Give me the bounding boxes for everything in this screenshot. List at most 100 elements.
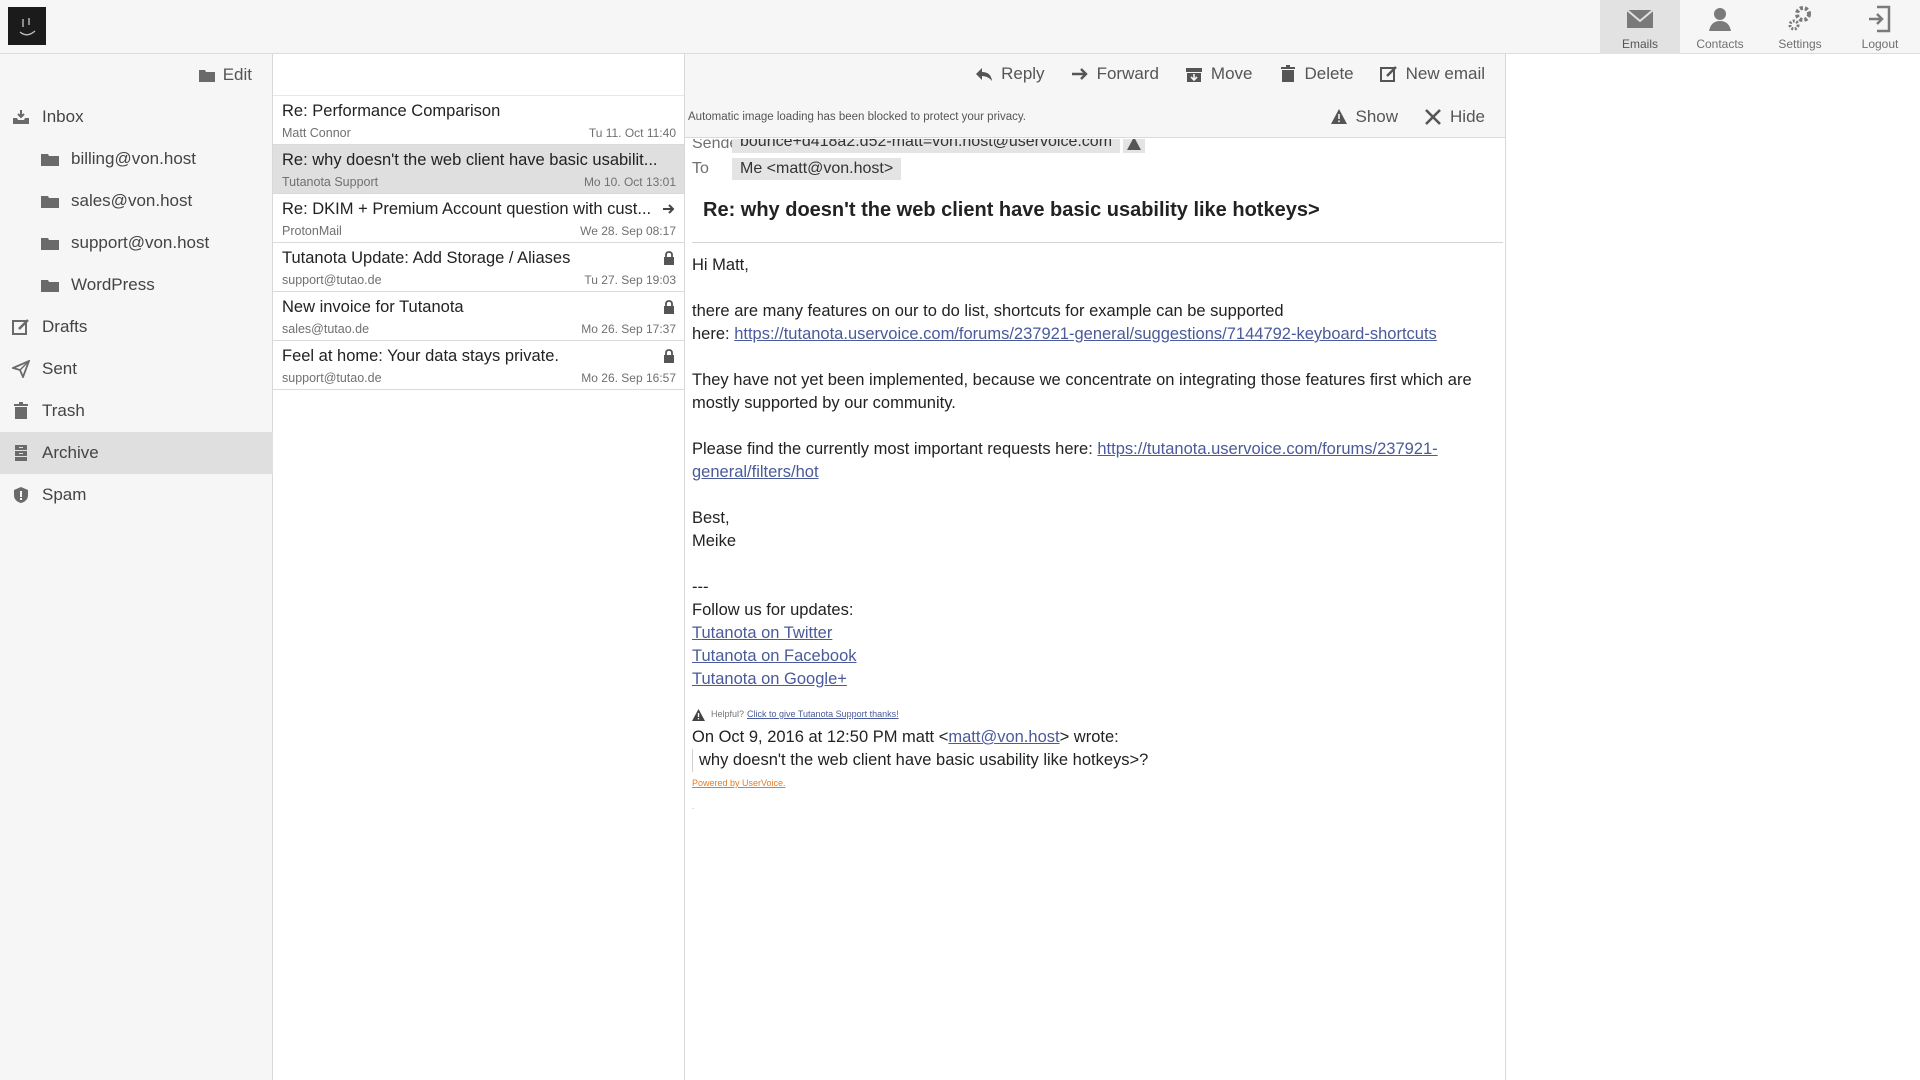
mail-list-header — [273, 54, 684, 96]
mail-subject: Re: DKIM + Premium Account question with… — [282, 200, 652, 218]
sidebar-item-trash[interactable]: Trash — [0, 390, 273, 432]
compose-icon — [1379, 66, 1397, 82]
to-row: To Me <matt@von.host> — [692, 158, 902, 180]
edit-label: Edit — [222, 65, 252, 84]
mail-sender: ProtonMail — [282, 224, 342, 238]
sidebar-item-label: Drafts — [42, 317, 88, 336]
sidebar-item-label: Inbox — [42, 107, 84, 126]
inbox-icon — [12, 108, 30, 126]
list-item[interactable]: New invoice for Tutanota sales@tutao.de … — [273, 292, 684, 341]
mail-list: Re: Performance Comparison Matt Connor T… — [273, 54, 685, 1080]
sidebar-item-sent[interactable]: Sent — [0, 348, 273, 390]
edit-folders-button[interactable]: Edit — [198, 64, 252, 86]
reply-label: Reply — [1001, 64, 1045, 83]
nav-settings[interactable]: Settings — [1760, 0, 1840, 54]
hide-notice-button[interactable]: Hide — [1424, 107, 1485, 127]
quote-intro-prefix: On Oct 9, 2016 at 12:50 PM matt < — [692, 728, 949, 746]
delete-label: Delete — [1304, 64, 1354, 83]
image-blocked-bar: Automatic image loading has been blocked… — [685, 96, 1505, 138]
sidebar-item-label: support@von.host — [71, 233, 210, 252]
forward-icon — [662, 202, 676, 216]
mail-subject: Re: why doesn't the web client have basi… — [282, 151, 658, 169]
forward-icon — [1071, 68, 1088, 80]
show-label: Show — [1355, 107, 1399, 126]
nav-contacts[interactable]: Contacts — [1680, 0, 1760, 54]
sidebar-item-drafts[interactable]: Drafts — [0, 306, 273, 348]
mail-date: Mo 26. Sep 16:57 — [581, 371, 676, 385]
archive-icon — [12, 444, 30, 462]
quote-email-link[interactable]: matt@von.host — [948, 728, 1059, 746]
main-nav: Emails Contacts Settings Logout — [1600, 0, 1920, 54]
nav-logout[interactable]: Logout — [1840, 0, 1920, 54]
sidebar-item-wordpress[interactable]: WordPress — [0, 264, 273, 306]
mail-toolbar: Reply Forward Move Delete New email — [685, 54, 1505, 96]
list-item[interactable]: Re: why doesn't the web client have basi… — [273, 145, 684, 194]
message-body: Hi Matt, there are many features on our … — [692, 254, 1492, 818]
sidebar-item-label: Archive — [42, 443, 99, 462]
paragraph-3: Please find the currently most important… — [692, 438, 1492, 484]
gear-icon — [1788, 6, 1811, 31]
sidebar-item-billing[interactable]: billing@von.host — [0, 138, 273, 180]
show-images-button[interactable]: Show — [1330, 107, 1399, 127]
paragraph-2: They have not yet been implemented, beca… — [692, 371, 1472, 412]
sent-icon — [12, 360, 30, 378]
powered-by: Powered by UserVoice. — [692, 772, 1492, 795]
helpful-label: Helpful? — [711, 709, 745, 719]
nav-emails[interactable]: Emails — [1600, 0, 1680, 54]
shortcuts-link[interactable]: https://tutanota.uservoice.com/forums/23… — [734, 325, 1437, 343]
list-item[interactable]: Re: Performance Comparison Matt Connor T… — [273, 96, 684, 145]
sender-warning-icon[interactable] — [1123, 139, 1146, 153]
sidebar-item-label: Trash — [42, 401, 85, 420]
warning-icon — [692, 708, 705, 721]
signature: Meike — [692, 532, 737, 550]
forward-button[interactable]: Forward — [1071, 64, 1159, 84]
sidebar-item-archive[interactable]: Archive — [0, 432, 273, 474]
mail-sender: support@tutao.de — [282, 371, 382, 385]
folder-icon — [41, 150, 59, 168]
delete-button[interactable]: Delete — [1279, 64, 1354, 84]
list-item[interactable]: Feel at home: Your data stays private. s… — [273, 341, 684, 390]
logo-icon — [19, 18, 36, 36]
forward-label: Forward — [1096, 64, 1159, 83]
nav-emails-label: Emails — [1621, 37, 1658, 51]
paragraph-1-line1: there are many features on our to do lis… — [692, 302, 1284, 320]
mail-date: Mo 10. Oct 13:01 — [583, 175, 676, 189]
app-logo[interactable] — [8, 7, 46, 45]
list-item[interactable]: Re: DKIM + Premium Account question with… — [273, 194, 684, 243]
paragraph-1-prefix: here: — [692, 325, 735, 343]
mail-date: Mo 26. Sep 17:37 — [581, 322, 676, 336]
sender-chip[interactable]: bounce+d418a2.d52-matt=von.host@uservoic… — [732, 139, 1121, 153]
google-plus-link[interactable]: Tutanota on Google+ — [692, 670, 847, 688]
mail-date: Tu 27. Sep 19:03 — [584, 273, 676, 287]
move-button[interactable]: Move — [1185, 64, 1253, 84]
follow-text: Follow us for updates: — [692, 601, 854, 619]
paragraph-3-prefix: Please find the currently most important… — [692, 440, 1098, 458]
uservoice-link[interactable]: Powered by UserVoice. — [692, 778, 786, 788]
nav-settings-label: Settings — [1778, 37, 1822, 51]
folder-icon — [41, 192, 59, 210]
trash-icon — [1280, 65, 1295, 82]
sidebar-item-inbox[interactable]: Inbox — [0, 96, 273, 138]
empty-right-area — [1506, 54, 1920, 1080]
twitter-link[interactable]: Tutanota on Twitter — [692, 624, 832, 642]
message-subject: Re: why doesn't the web client have basi… — [703, 199, 1320, 221]
sidebar-item-label: billing@von.host — [71, 149, 196, 168]
sidebar-item-label: sales@von.host — [71, 191, 193, 210]
image-blocked-notice: Automatic image loading has been blocked… — [688, 111, 1026, 123]
reply-button[interactable]: Reply — [975, 64, 1045, 84]
new-email-button[interactable]: New email — [1379, 64, 1485, 84]
recipient-chip[interactable]: Me <matt@von.host> — [732, 158, 902, 180]
top-header: Emails Contacts Settings Logout — [0, 0, 1920, 54]
mail-sender: sales@tutao.de — [282, 322, 370, 336]
thanks-link[interactable]: Click to give Tutanota Support thanks! — [747, 703, 899, 726]
envelope-icon — [1626, 9, 1654, 28]
mail-sender: Tutanota Support — [282, 175, 379, 189]
sidebar-item-sales[interactable]: sales@von.host — [0, 180, 273, 222]
list-item[interactable]: Tutanota Update: Add Storage / Aliases s… — [273, 243, 684, 292]
trash-icon — [12, 402, 30, 420]
sidebar-item-support[interactable]: support@von.host — [0, 222, 273, 264]
move-label: Move — [1210, 64, 1253, 83]
sidebar-item-spam[interactable]: Spam — [0, 474, 273, 516]
facebook-link[interactable]: Tutanota on Facebook — [692, 647, 857, 665]
sidebar-item-label: Spam — [42, 485, 87, 504]
